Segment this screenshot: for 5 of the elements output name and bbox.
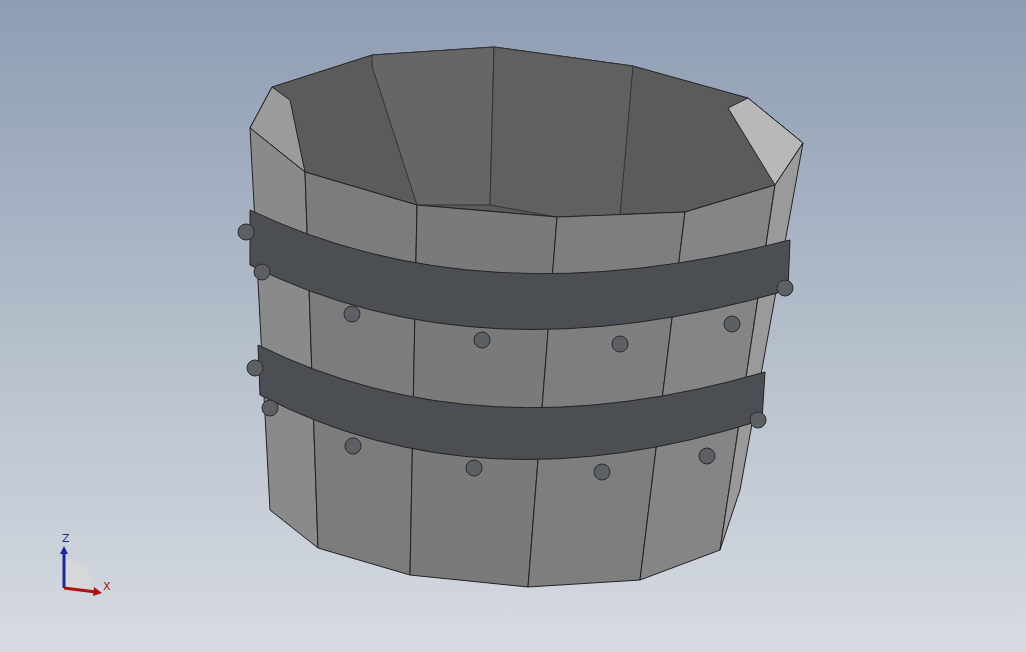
x-axis-arrow bbox=[63, 586, 102, 596]
triad-quadrant-icon bbox=[64, 560, 94, 588]
z-axis-label: Z bbox=[62, 533, 70, 545]
z-axis-arrow bbox=[60, 546, 68, 588]
x-axis-label: X bbox=[103, 581, 111, 593]
